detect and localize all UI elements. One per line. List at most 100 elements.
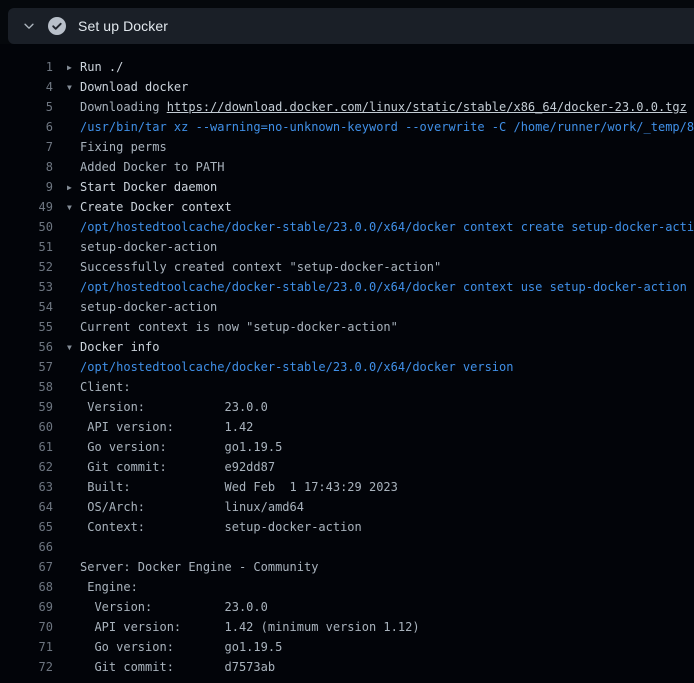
log-output: 1▶Run ./4▼Download docker5Downloading ht… [0,44,694,683]
line-content: Context: setup-docker-action [67,517,362,537]
log-text: Go version: go1.19.5 [80,440,282,454]
log-line: 65 Context: setup-docker-action [0,517,694,537]
log-text: Successfully created context "setup-dock… [80,260,441,274]
line-content: /opt/hostedtoolcache/docker-stable/23.0.… [67,357,513,377]
line-content: Fixing perms [67,137,167,157]
log-group-line[interactable]: 56 ▼Docker info [0,337,694,357]
line-content: Version: 23.0.0 [67,597,268,617]
log-text: Version: 23.0.0 [80,600,268,614]
log-line: 72 Git commit: d7573ab [0,657,694,677]
line-content: OS/Arch: linux/amd64 [67,497,304,517]
line-content: setup-docker-action [67,237,217,257]
chevron-down-icon[interactable] [21,18,37,34]
line-number[interactable]: 62 [0,457,53,477]
line-number[interactable]: 71 [0,637,53,657]
log-line: 58 Client: [0,377,694,397]
log-text: OS/Arch: linux/amd64 [80,500,304,514]
line-number[interactable]: 50 [0,217,53,237]
log-line: 68 Engine: [0,577,694,597]
line-number[interactable]: 49 [0,197,53,217]
log-line: 59 Version: 23.0.0 [0,397,694,417]
step-header[interactable]: Set up Docker [8,8,694,44]
log-text: Fixing perms [80,140,167,154]
log-text: Server: Docker Engine - Community [80,560,318,574]
line-number[interactable]: 1 [0,57,53,77]
line-content: ▼Download docker [67,77,188,97]
line-content: ▼Create Docker context [67,197,232,217]
group-title: Create Docker context [80,200,232,214]
line-content: Built: Wed Feb 1 17:43:29 2023 [67,477,398,497]
group-collapsed-arrow-icon[interactable]: ▶ [67,178,80,197]
line-number[interactable]: 4 [0,77,53,97]
log-group-line[interactable]: 4 ▼Download docker [0,77,694,97]
line-number[interactable]: 56 [0,337,53,357]
log-text: Git commit: d7573ab [80,660,275,674]
log-text: Engine: [80,580,138,594]
line-content: Client: [67,377,131,397]
group-collapsed-arrow-icon[interactable]: ▶ [67,58,80,77]
log-line: 62 Git commit: e92dd87 [0,457,694,477]
line-number[interactable]: 54 [0,297,53,317]
log-line: 63 Built: Wed Feb 1 17:43:29 2023 [0,477,694,497]
line-number[interactable]: 63 [0,477,53,497]
group-title: Download docker [80,80,188,94]
line-number[interactable]: 5 [0,97,53,117]
command-text: /opt/hostedtoolcache/docker-stable/23.0.… [80,220,694,234]
group-expanded-arrow-icon[interactable]: ▼ [67,338,80,357]
log-link[interactable]: https://download.docker.com/linux/static… [167,100,687,114]
line-content: Added Docker to PATH [67,157,225,177]
line-content: /usr/bin/tar xz --warning=no-unknown-key… [67,117,694,137]
line-number[interactable]: 57 [0,357,53,377]
log-group-line[interactable]: 1▶Run ./ [0,57,694,77]
line-number[interactable]: 61 [0,437,53,457]
line-content: setup-docker-action [67,297,217,317]
line-number[interactable]: 64 [0,497,53,517]
line-number[interactable]: 69 [0,597,53,617]
log-group-line[interactable]: 49 ▼Create Docker context [0,197,694,217]
line-number[interactable]: 67 [0,557,53,577]
log-line: 8 Added Docker to PATH [0,157,694,177]
line-number[interactable]: 68 [0,577,53,597]
line-number[interactable]: 66 [0,537,53,557]
line-number[interactable]: 72 [0,657,53,677]
line-content: Go version: go1.19.5 [67,437,282,457]
line-number[interactable]: 65 [0,517,53,537]
line-content: Git commit: e92dd87 [67,457,275,477]
line-content: Current context is now "setup-docker-act… [67,317,398,337]
line-number[interactable]: 8 [0,157,53,177]
group-title: Docker info [80,340,159,354]
line-number[interactable]: 9 [0,177,53,197]
workflow-step-log-panel: Set up Docker 1▶Run ./4▼Download docker5… [0,0,694,683]
log-text: Client: [80,380,131,394]
line-number[interactable]: 52 [0,257,53,277]
line-number[interactable]: 58 [0,377,53,397]
step-title: Set up Docker [78,18,168,34]
line-content: API version: 1.42 [67,417,253,437]
log-line: 6/usr/bin/tar xz --warning=no-unknown-ke… [0,117,694,137]
line-content: Go version: go1.19.5 [67,637,282,657]
line-content: Successfully created context "setup-dock… [67,257,441,277]
line-number[interactable]: 53 [0,277,53,297]
command-text: /usr/bin/tar xz --warning=no-unknown-key… [80,120,694,134]
log-line: 52 Successfully created context "setup-do… [0,257,694,277]
log-group-line[interactable]: 9 ▶Start Docker daemon [0,177,694,197]
log-text: Go version: go1.19.5 [80,640,282,654]
line-number[interactable]: 51 [0,237,53,257]
log-line: 69 Version: 23.0.0 [0,597,694,617]
log-line: 57/opt/hostedtoolcache/docker-stable/23.… [0,357,694,377]
line-number[interactable]: 55 [0,317,53,337]
line-number[interactable]: 7 [0,137,53,157]
line-content: Git commit: d7573ab [67,657,275,677]
log-text: setup-docker-action [80,240,217,254]
line-content: Version: 23.0.0 [67,397,268,417]
line-number[interactable]: 6 [0,117,53,137]
group-expanded-arrow-icon[interactable]: ▼ [67,198,80,217]
line-content: ▶Start Docker daemon [67,177,217,197]
log-text: setup-docker-action [80,300,217,314]
line-number[interactable]: 60 [0,417,53,437]
group-expanded-arrow-icon[interactable]: ▼ [67,78,80,97]
line-number[interactable]: 70 [0,617,53,637]
line-number[interactable]: 59 [0,397,53,417]
line-content: /opt/hostedtoolcache/docker-stable/23.0.… [67,277,687,297]
command-text: /opt/hostedtoolcache/docker-stable/23.0.… [80,360,513,374]
